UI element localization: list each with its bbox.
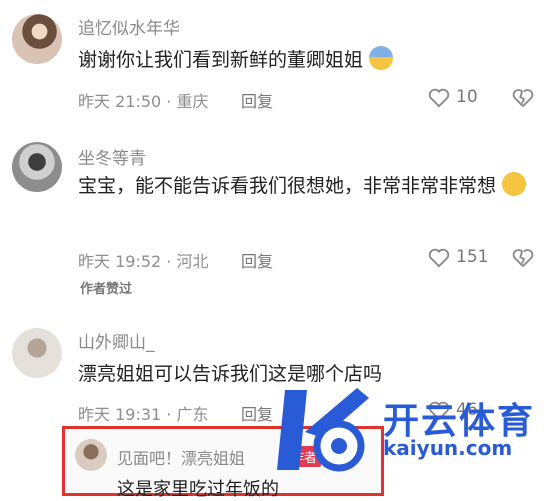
comment-meta: 昨天 19:52 · 河北 <box>78 252 209 271</box>
heart-icon[interactable] <box>428 248 450 268</box>
reply-button[interactable]: 回复 <box>241 248 273 272</box>
avatar[interactable] <box>12 142 62 192</box>
avatar[interactable] <box>12 14 62 64</box>
reply-button[interactable]: 回复 <box>241 88 273 112</box>
broken-heart-icon[interactable] <box>512 248 534 268</box>
comment-username[interactable]: 追忆似水年华 <box>78 14 180 39</box>
like-count: 10 <box>456 87 478 107</box>
crying-face-icon <box>369 46 394 70</box>
comment-text-content: 宝宝，能不能告诉看我们很想她，非常非常非常想 <box>78 175 497 197</box>
comment-text-content: 谢谢你让我们看到新鲜的董卿姐姐 <box>78 49 364 71</box>
author-liked-badge: 作者赞过 <box>80 282 133 297</box>
watermark-en: kaiyun.com <box>383 436 513 460</box>
like-count: 151 <box>456 247 489 267</box>
comment-username[interactable]: 山外卿山_ <box>78 328 155 353</box>
comment-text: 宝宝，能不能告诉看我们很想她，非常非常非常想 <box>78 170 538 202</box>
pleading-face-icon <box>502 172 527 196</box>
kaiyun-logo-icon <box>277 388 369 472</box>
heart-icon[interactable] <box>428 88 450 108</box>
comment-text: 谢谢你让我们看到新鲜的董卿姐姐 <box>78 44 538 76</box>
comment-meta: 昨天 21:50 · 重庆 <box>78 92 209 111</box>
broken-heart-icon[interactable] <box>512 88 534 108</box>
reply-text: 这是家里吃过年饭的 <box>117 479 279 500</box>
comment-meta: 昨天 19:31 · 广东 <box>78 405 209 424</box>
comment-username[interactable]: 坐冬等青 <box>78 144 146 169</box>
avatar[interactable] <box>12 328 62 378</box>
watermark: 开云体育 kaiyun.com <box>265 380 545 480</box>
reply-username[interactable]: 见面吧！漂亮姐姐 <box>117 445 245 469</box>
avatar[interactable] <box>75 439 107 471</box>
